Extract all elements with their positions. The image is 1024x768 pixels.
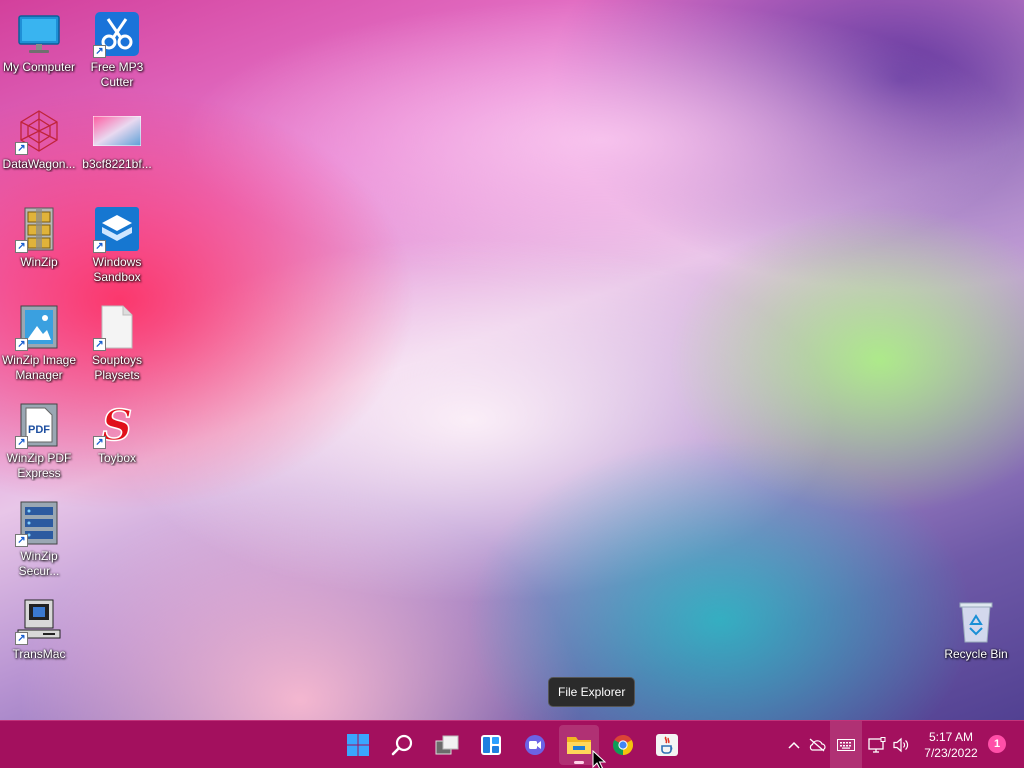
desktop: My Computer ↗ Free MP3 Cutter ↗ DataWago…	[0, 0, 1024, 720]
speaker-icon	[893, 737, 909, 753]
desktop-icon-label: WinZip PDF Express	[6, 451, 72, 480]
scissors-icon: ↗	[93, 10, 141, 58]
chevron-up-icon	[788, 741, 800, 749]
shortcut-arrow-icon: ↗	[93, 436, 106, 449]
shortcut-arrow-icon: ↗	[15, 632, 28, 645]
sandbox-icon: ↗	[93, 205, 141, 253]
clock-time: 5:17 AM	[928, 730, 974, 744]
start-button[interactable]	[338, 725, 378, 765]
chat-icon	[525, 735, 545, 755]
desktop-icon-winzip-image-manager[interactable]: ↗ WinZip Image Manager	[0, 299, 78, 391]
image-manager-icon: ↗	[15, 303, 63, 351]
widgets-button[interactable]	[471, 725, 511, 765]
shortcut-arrow-icon: ↗	[15, 240, 28, 253]
desktop-icon-label: DataWagon...	[2, 157, 76, 171]
widgets-icon	[481, 735, 501, 755]
desktop-icon-windows-sandbox[interactable]: ↗ Windows Sandbox	[78, 201, 156, 293]
network-mesh-icon: ↗	[15, 107, 63, 155]
shortcut-arrow-icon: ↗	[15, 142, 28, 155]
windows-logo-icon	[347, 734, 369, 756]
desktop-icon-souptoys-playsets[interactable]: ↗ Souptoys Playsets	[78, 299, 156, 391]
shortcut-arrow-icon: ↗	[93, 45, 106, 58]
desktop-icon-label: My Computer	[2, 60, 76, 74]
desktop-icon-label: TransMac	[12, 647, 66, 661]
svg-text:S: S	[102, 402, 132, 448]
secure-backup-icon: ↗	[15, 499, 63, 547]
search-button[interactable]	[383, 725, 423, 765]
desktop-icon-label: Windows Sandbox	[92, 255, 142, 284]
chrome-button[interactable]	[603, 725, 643, 765]
desktop-icon-my-computer[interactable]: My Computer	[0, 6, 78, 98]
cloud-offline-icon	[809, 738, 826, 752]
svg-text:PDF: PDF	[28, 424, 50, 436]
desktop-icon-label: Toybox	[97, 451, 137, 465]
task-view-button[interactable]	[427, 725, 467, 765]
network-tray-button[interactable]	[866, 721, 888, 768]
desktop-icon-recycle-bin[interactable]: Recycle Bin	[937, 593, 1015, 685]
java-button[interactable]	[647, 725, 687, 765]
notification-badge[interactable]: 1	[988, 735, 1006, 753]
desktop-icon-label: WinZip Secur...	[18, 549, 60, 578]
shortcut-arrow-icon: ↗	[15, 534, 28, 547]
shortcut-arrow-icon: ↗	[93, 240, 106, 253]
taskbar: 5:17 AM 7/23/2022	[0, 720, 1024, 768]
clock-date: 7/23/2022	[924, 746, 978, 760]
network-monitor-icon	[868, 737, 886, 753]
shortcut-arrow-icon: ↗	[15, 436, 28, 449]
desktop-icon-winzip[interactable]: ↗ WinZip	[0, 201, 78, 293]
desktop-icon-transmac[interactable]: ↗ TransMac	[0, 593, 78, 685]
volume-tray-button[interactable]	[890, 721, 912, 768]
retro-computer-icon: ↗	[15, 597, 63, 645]
clock[interactable]: 5:17 AM 7/23/2022	[916, 729, 986, 761]
image-thumbnail-icon	[93, 107, 141, 155]
pdf-icon: PDF ↗	[15, 401, 63, 449]
toybox-s-icon: S ↗	[93, 401, 141, 449]
shortcut-arrow-icon: ↗	[93, 338, 106, 351]
search-icon	[391, 734, 413, 756]
mouse-cursor-icon	[592, 750, 606, 768]
chrome-icon	[613, 735, 633, 755]
monitor-icon	[15, 10, 63, 58]
task-view-icon	[435, 735, 459, 755]
zip-cabinet-icon: ↗	[15, 205, 63, 253]
desktop-icon-free-mp3-cutter[interactable]: ↗ Free MP3 Cutter	[78, 6, 156, 98]
desktop-icon-label: WinZip	[20, 255, 58, 269]
chat-button[interactable]	[515, 725, 555, 765]
desktop-icon-winzip-pdf-express[interactable]: PDF ↗ WinZip PDF Express	[0, 397, 78, 489]
blank-document-icon: ↗	[93, 303, 141, 351]
file-explorer-tooltip: File Explorer	[548, 677, 636, 707]
touch-keyboard-button[interactable]	[834, 721, 858, 768]
desktop-icon-image-file[interactable]: b3cf8221bf...	[78, 103, 156, 195]
java-icon	[656, 734, 678, 756]
recycle-bin-icon	[952, 597, 1000, 645]
desktop-icon-datawagon[interactable]: ↗ DataWagon...	[0, 103, 78, 195]
desktop-icon-label: Souptoys Playsets	[91, 353, 143, 382]
desktop-icon-label: b3cf8221bf...	[82, 157, 152, 171]
desktop-icon-label: Free MP3 Cutter	[90, 60, 144, 89]
shortcut-arrow-icon: ↗	[15, 338, 28, 351]
desktop-icon-label: Recycle Bin	[944, 647, 1008, 661]
desktop-icon-toybox[interactable]: S ↗ Toybox	[78, 397, 156, 489]
folder-icon	[567, 737, 591, 754]
desktop-icon-label: WinZip Image Manager	[1, 353, 77, 382]
onedrive-tray-button[interactable]	[806, 721, 828, 768]
desktop-icon-winzip-secure[interactable]: ↗ WinZip Secur...	[0, 495, 78, 587]
keyboard-icon	[837, 739, 855, 751]
show-hidden-icons-button[interactable]	[784, 721, 804, 768]
